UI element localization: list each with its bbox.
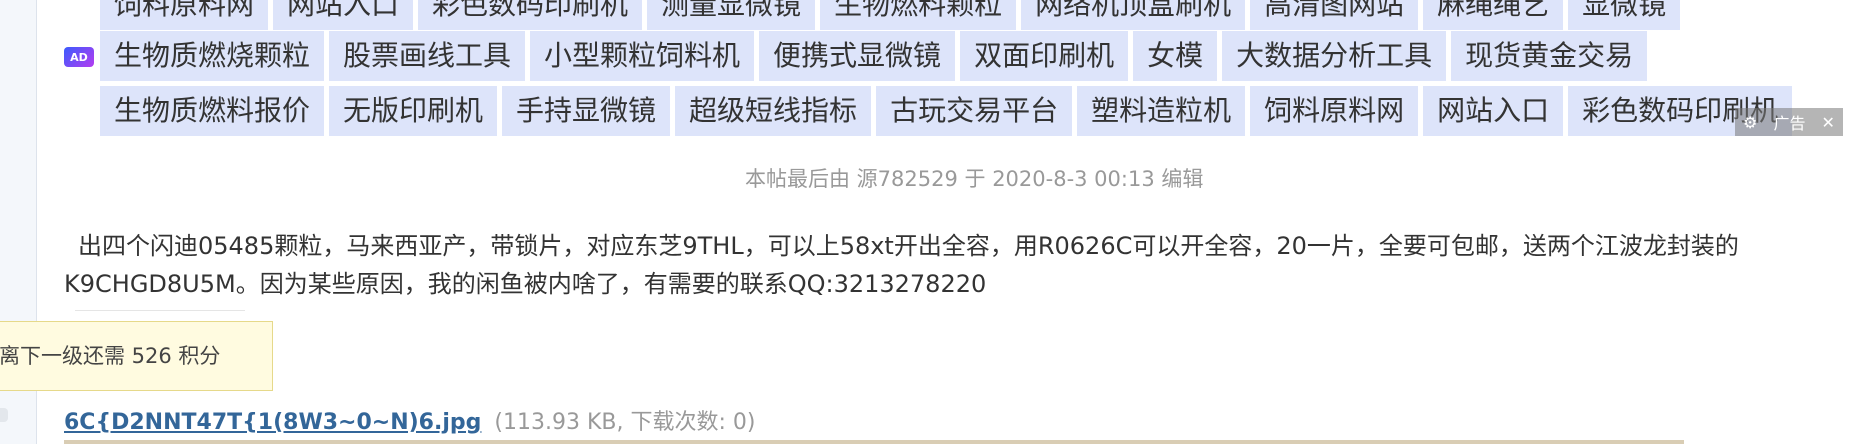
points-tooltip: 离下一级还需 526 积分 xyxy=(0,321,273,391)
ad-link[interactable]: 生物燃料颗粒 xyxy=(820,0,1017,30)
ad-link[interactable]: 测量显微镜 xyxy=(647,0,816,30)
ad-link[interactable]: 女模 xyxy=(1133,31,1218,81)
post-content: 出四个闪迪05485颗粒，马来西亚产，带锁片，对应东芝9THL，可以上58xt开… xyxy=(64,227,1809,303)
ad-link[interactable]: 手持显微镜 xyxy=(502,86,671,136)
ad-links-row-1: 饲料原料网 网站入口 彩色数码印刷机 测量显微镜 生物燃料颗粒 网络机顶盒刷机 … xyxy=(100,0,1681,30)
ad-link[interactable]: 网络机顶盒刷机 xyxy=(1021,0,1246,30)
ad-link[interactable]: 无版印刷机 xyxy=(329,86,498,136)
ad-label: 广告 xyxy=(1773,114,1806,133)
ad-link[interactable]: 彩色数码印刷机 xyxy=(418,0,643,30)
close-icon[interactable]: ✕ xyxy=(1822,113,1835,132)
ad-link[interactable]: 饲料原料网 xyxy=(100,0,269,30)
ad-link[interactable]: 超级短线指标 xyxy=(675,86,872,136)
ad-link[interactable]: 生物质燃料报价 xyxy=(100,86,325,136)
post-content-text: 出四个闪迪05485颗粒，马来西亚产，带锁片，对应东芝9THL，可以上58xt开… xyxy=(64,232,1739,298)
ad-link[interactable]: 显微镜 xyxy=(1568,0,1681,30)
ad-link[interactable]: 现货黄金交易 xyxy=(1451,31,1648,81)
ad-link[interactable]: 小型颗粒饲料机 xyxy=(530,31,755,81)
ad-link[interactable]: 麻绳绳艺 xyxy=(1423,0,1564,30)
ad-link[interactable]: 大数据分析工具 xyxy=(1222,31,1447,81)
ad-badge: AD xyxy=(64,47,94,67)
ad-link[interactable]: 古玩交易平台 xyxy=(876,86,1073,136)
attachment-meta: (113.93 KB, 下载次数: 0) xyxy=(494,410,756,435)
ad-link[interactable]: 网站入口 xyxy=(1423,86,1564,136)
attachment-link[interactable]: 6C{D2NNT47T{1(8W3~0~N)6.jpg xyxy=(64,410,481,435)
ad-link[interactable]: 股票画线工具 xyxy=(329,31,526,81)
ad-link[interactable]: 高清图网站 xyxy=(1250,0,1419,30)
ad-links-row-2: 生物质燃烧颗粒 股票画线工具 小型颗粒饲料机 便携式显微镜 双面印刷机 女模 大… xyxy=(100,31,1648,81)
gear-icon[interactable]: ⚙ xyxy=(1743,113,1757,132)
attachment-line: 6C{D2NNT47T{1(8W3~0~N)6.jpg (113.93 KB, … xyxy=(64,404,755,436)
ad-link[interactable]: 塑料造粒机 xyxy=(1077,86,1246,136)
ad-links-row-3: 生物质燃料报价 无版印刷机 手持显微镜 超级短线指标 古玩交易平台 塑料造粒机 … xyxy=(100,86,1793,136)
ad-link[interactable]: 网站入口 xyxy=(273,0,414,30)
ad-link[interactable]: 便携式显微镜 xyxy=(759,31,956,81)
ad-link[interactable]: 生物质燃烧颗粒 xyxy=(100,31,325,81)
ad-link[interactable]: 饲料原料网 xyxy=(1250,86,1419,136)
post-edit-note: 本帖最后由 源782529 于 2020-8-3 00:13 编辑 xyxy=(745,167,1204,191)
tooltip-text: 离下一级还需 526 积分 xyxy=(0,344,221,368)
sidebar-handle[interactable] xyxy=(0,408,8,422)
ad-link[interactable]: 双面印刷机 xyxy=(960,31,1129,81)
ad-controls: ⚙ 广告 ✕ xyxy=(1735,108,1843,136)
attachment-image-preview[interactable] xyxy=(64,440,1684,444)
